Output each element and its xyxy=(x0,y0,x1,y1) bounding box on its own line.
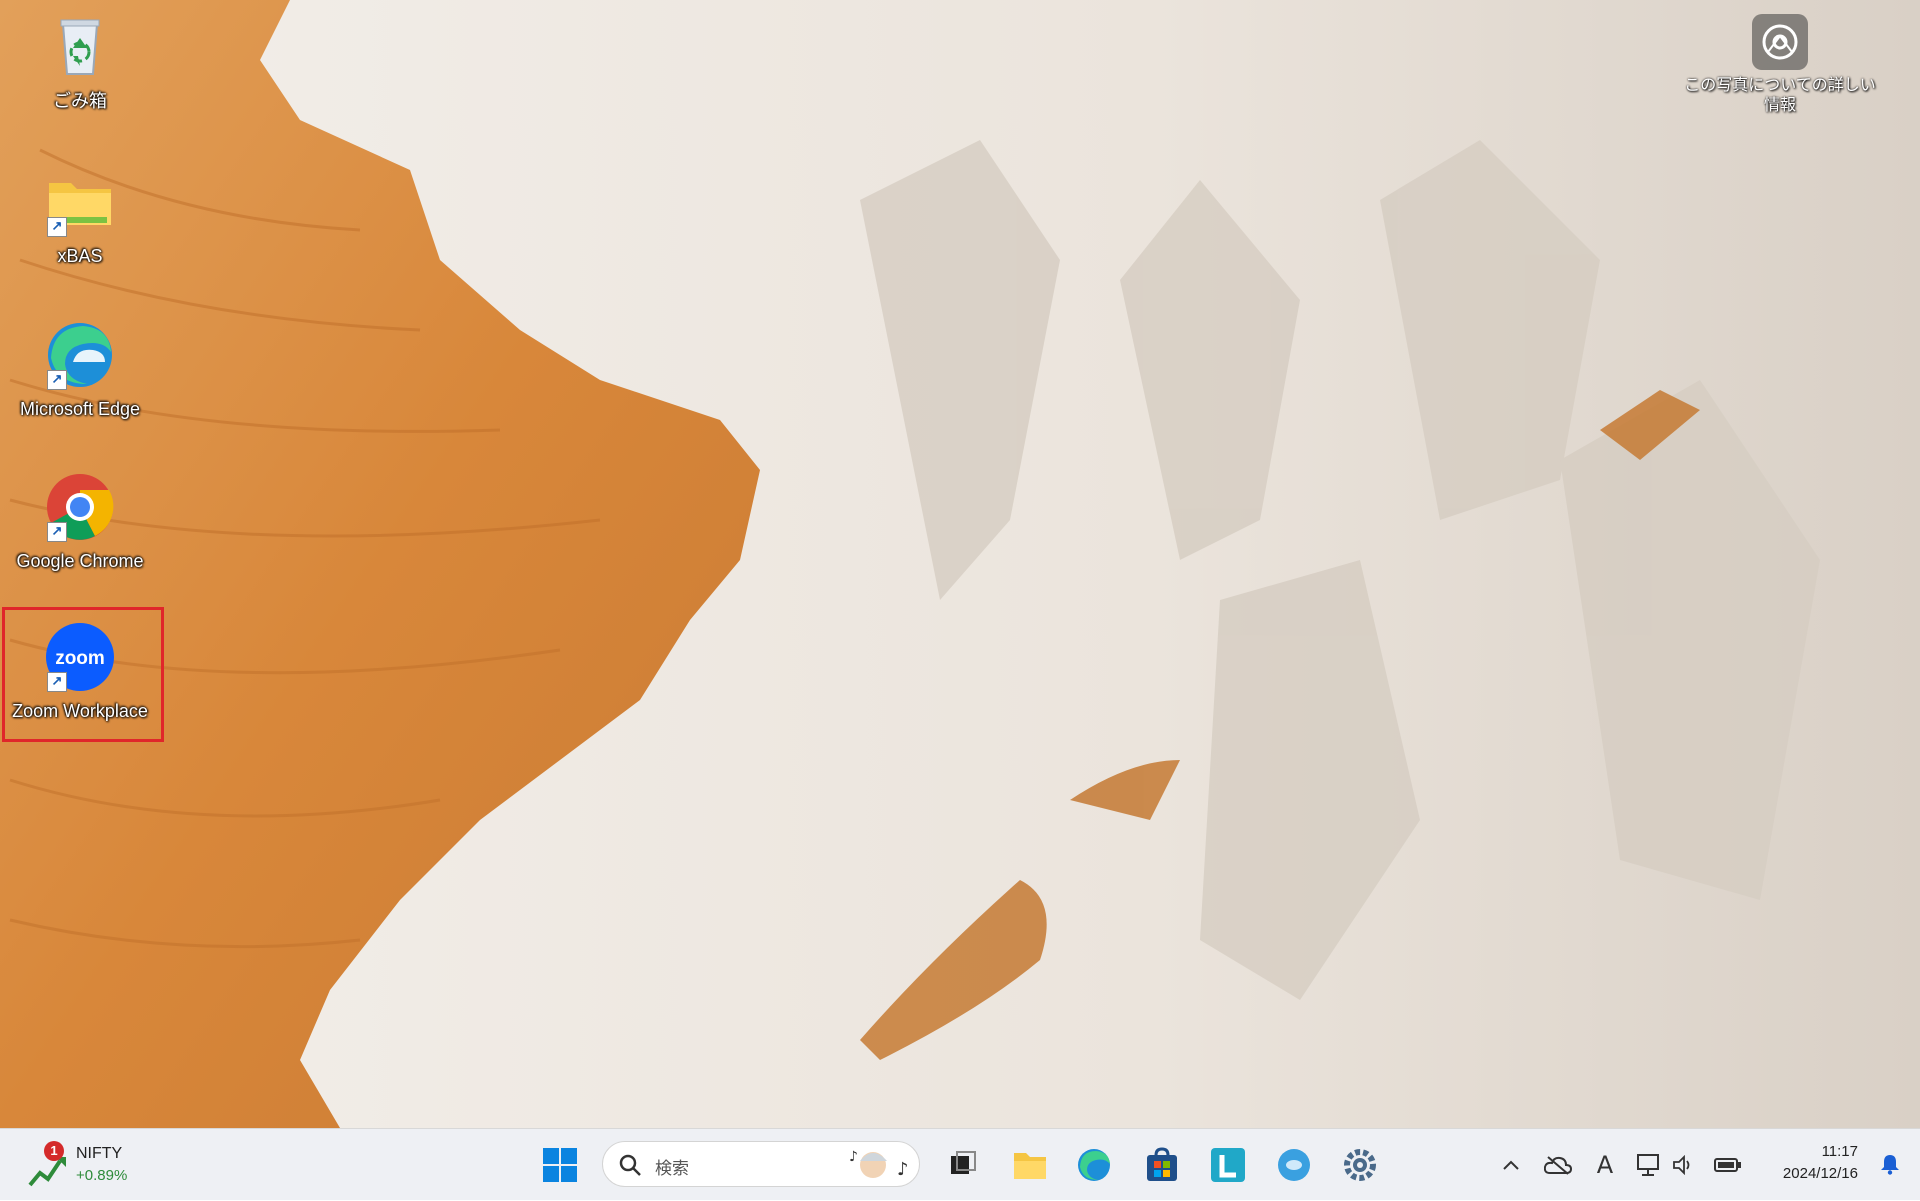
recycle-bin-icon xyxy=(43,10,117,84)
lens-l-icon xyxy=(1211,1148,1245,1182)
display-tray[interactable] xyxy=(1632,1129,1666,1201)
show-hidden-icons[interactable] xyxy=(1496,1129,1526,1201)
notification-badge: 1 xyxy=(44,1141,64,1161)
photo-info-widget[interactable]: この写真についての詳しい情報 xyxy=(1680,14,1880,116)
desktop-icon-label: Google Chrome xyxy=(16,551,144,571)
store-icon xyxy=(1147,1147,1177,1181)
display-icon xyxy=(1637,1154,1659,1176)
task-view-icon xyxy=(951,1151,976,1174)
taskbar-settings[interactable] xyxy=(1338,1143,1382,1187)
notification-center[interactable] xyxy=(1880,1153,1900,1180)
battery-icon xyxy=(1714,1158,1741,1172)
taskbar-edge[interactable] xyxy=(1072,1143,1116,1187)
desktop-icon-xbas[interactable]: ↗ xBAS xyxy=(5,165,155,267)
volume-icon xyxy=(1673,1155,1690,1175)
file-explorer-icon xyxy=(1014,1153,1046,1179)
stock-ticker: NIFTY xyxy=(76,1145,123,1162)
edge-icon: ↗ xyxy=(43,318,117,392)
chrome-icon: ↗ xyxy=(43,470,117,544)
cortana-icon xyxy=(1278,1149,1310,1181)
bell-icon xyxy=(1881,1155,1899,1175)
desktop-icon-label: xBAS xyxy=(57,246,103,266)
taskbar-search[interactable]: 検索 ♪ ♪ xyxy=(602,1141,920,1187)
search-placeholder: 検索 xyxy=(655,1159,689,1178)
desktop-icon-recycle-bin[interactable]: ごみ箱 xyxy=(5,10,155,112)
onedrive-tray[interactable] xyxy=(1540,1129,1576,1201)
desktop-icon-label: Microsoft Edge xyxy=(19,399,141,419)
taskbar: 1 NIFTY +0.89% 検索 ♪ ♪ A 11:17 2024/12/16 xyxy=(0,1128,1920,1200)
search-icon xyxy=(619,1154,641,1176)
task-view-button[interactable] xyxy=(940,1143,984,1187)
desktop-wallpaper xyxy=(0,0,1920,1128)
desktop-icon-label: ごみ箱 xyxy=(53,91,107,111)
volume-tray[interactable] xyxy=(1668,1129,1698,1201)
windows-logo-icon xyxy=(543,1148,577,1182)
edge-icon xyxy=(1078,1149,1110,1181)
shortcut-arrow-icon: ↗ xyxy=(47,522,67,542)
stock-change: +0.89% xyxy=(76,1167,128,1184)
chevron-up-icon xyxy=(1503,1160,1519,1170)
shortcut-arrow-icon: ↗ xyxy=(47,217,67,237)
photo-info-text: この写真についての詳しい情報 xyxy=(1684,77,1876,114)
battery-tray[interactable] xyxy=(1708,1129,1748,1201)
taskbar-app-bubble[interactable] xyxy=(1272,1143,1316,1187)
settings-icon xyxy=(1344,1149,1376,1181)
clock-time: 11:17 xyxy=(1821,1143,1858,1160)
clock[interactable]: 11:17 2024/12/16 xyxy=(1783,1141,1858,1185)
highlight-rectangle xyxy=(2,607,164,742)
camera-info-icon[interactable] xyxy=(1752,14,1808,70)
taskbar-store[interactable] xyxy=(1140,1143,1184,1187)
ime-icon: A xyxy=(1596,1151,1614,1179)
taskbar-file-explorer[interactable] xyxy=(1008,1143,1052,1187)
widgets-button[interactable]: 1 NIFTY +0.89% xyxy=(26,1139,156,1191)
desktop-icon-edge[interactable]: ↗ Microsoft Edge xyxy=(5,318,155,420)
start-button[interactable] xyxy=(542,1147,578,1183)
svg-text:♪: ♪ xyxy=(849,1149,858,1165)
clock-date: 2024/12/16 xyxy=(1782,1165,1858,1182)
search-highlight-icon: ♪ ♪ xyxy=(849,1149,909,1180)
ime-indicator[interactable]: A xyxy=(1590,1129,1620,1201)
cloud-icon xyxy=(1544,1156,1572,1175)
folder-icon: ↗ xyxy=(43,165,117,239)
svg-text:♪: ♪ xyxy=(897,1159,909,1180)
shortcut-arrow-icon: ↗ xyxy=(47,370,67,390)
taskbar-app-l[interactable] xyxy=(1206,1143,1250,1187)
desktop-icon-chrome[interactable]: ↗ Google Chrome xyxy=(5,470,155,572)
